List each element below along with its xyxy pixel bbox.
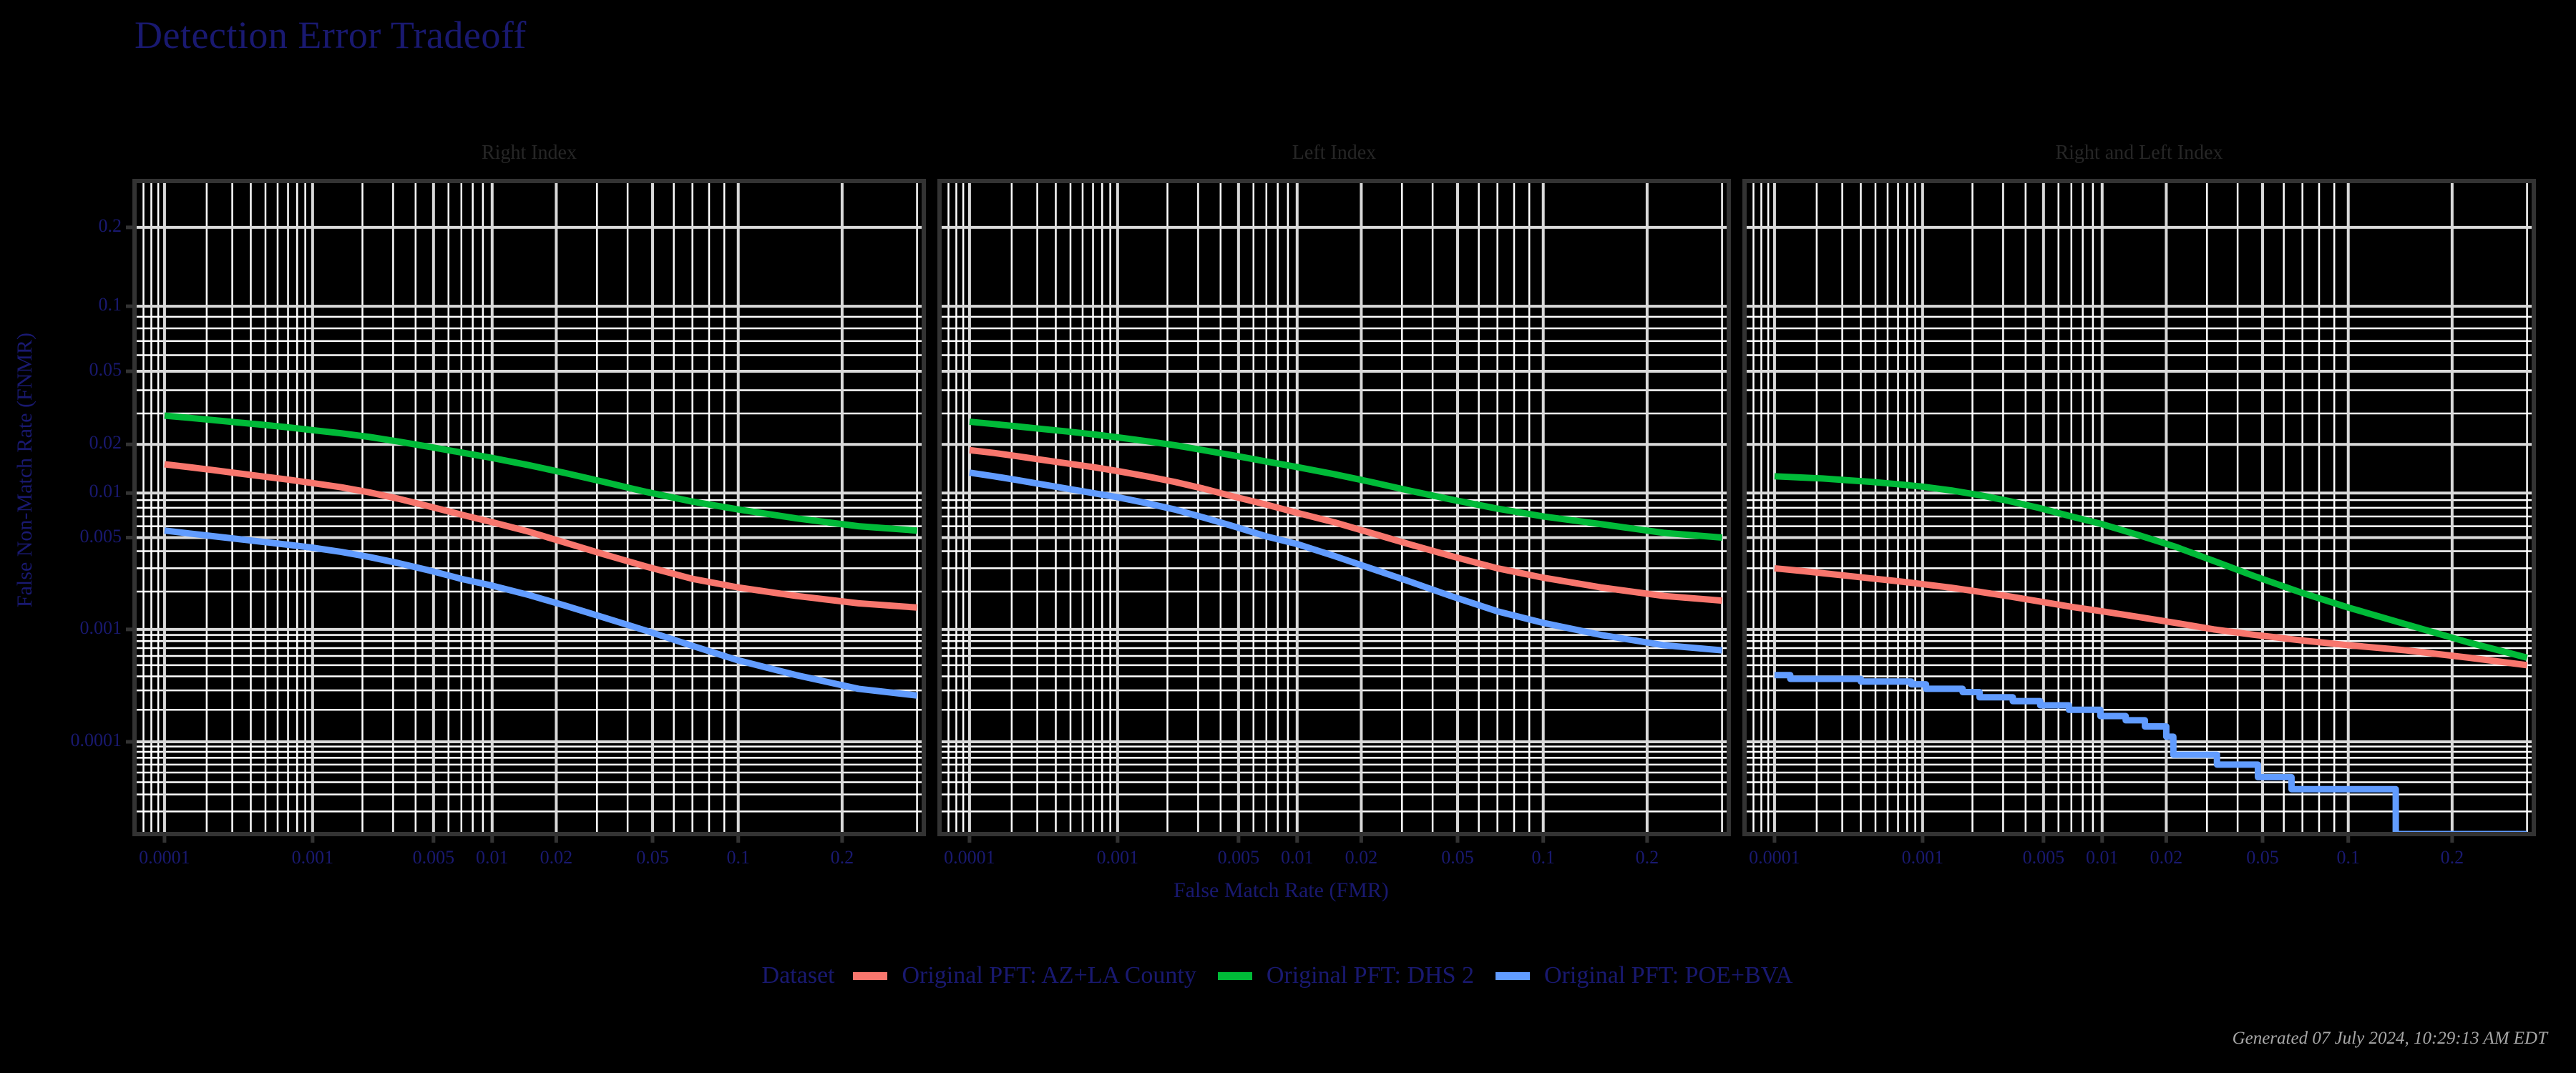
- legend-key-swatch: [853, 971, 888, 980]
- panel-2: [1742, 179, 2536, 843]
- x-tick-label: 0.1: [2336, 847, 2360, 868]
- series-line: [969, 418, 1722, 542]
- x-tick-label: 0.2: [2440, 847, 2464, 868]
- series-line: [164, 527, 918, 699]
- page-title: Detection Error Tradeoff: [135, 14, 527, 57]
- legend-item-label: Original PFT: DHS 2: [1266, 962, 1474, 989]
- y-tick-label: 0.05: [89, 359, 122, 381]
- series-line: [164, 461, 917, 611]
- panel-1: [937, 179, 1731, 843]
- legend-title: Dataset: [761, 962, 835, 989]
- x-tick-label: 0.0001: [1749, 847, 1800, 868]
- legend: Dataset Original PFT: AZ+LA County Origi…: [0, 962, 2576, 989]
- x-tick-label: 0.001: [1901, 847, 1944, 868]
- y-tick-label: 0.005: [79, 525, 122, 547]
- x-tick-label: 0.1: [1531, 847, 1555, 868]
- x-tick-label: 0.1: [726, 847, 750, 868]
- legend-item-dhs-2[interactable]: Original PFT: DHS 2: [1217, 962, 1474, 989]
- series-line: [1774, 473, 2528, 661]
- chart-page: Detection Error Tradeoff Right Index Lef…: [0, 0, 2576, 1073]
- x-tick-label: 0.001: [1096, 847, 1139, 868]
- legend-key-swatch: [1217, 971, 1252, 980]
- y-tick-label: 0.02: [89, 432, 122, 454]
- y-tick-label: 0.0001: [70, 730, 122, 751]
- legend-item-poe-bva[interactable]: Original PFT: POE+BVA: [1496, 962, 1792, 989]
- y-tick-label: 0.01: [89, 481, 122, 502]
- generated-timestamp: Generated 07 July 2024, 10:29:13 AM EDT: [2232, 1029, 2547, 1048]
- y-tick-label: 0.001: [79, 617, 122, 638]
- legend-item-label: Original PFT: POE+BVA: [1544, 962, 1793, 989]
- series-line: [969, 469, 1722, 654]
- legend-item-label: Original PFT: AZ+LA County: [902, 962, 1196, 989]
- x-tick-label: 0.0001: [944, 847, 995, 868]
- legend-key-swatch: [1496, 971, 1530, 980]
- y-tick-label: 0.2: [98, 215, 122, 236]
- series-line: [1774, 672, 2527, 834]
- panel-title-right-and-left-index: Right and Left Index: [2055, 142, 2223, 164]
- series-line: [164, 412, 917, 534]
- x-tick-label: 0.0001: [139, 847, 190, 868]
- x-tick-label: 0.2: [830, 847, 854, 868]
- panel-title-right-index: Right Index: [482, 142, 577, 164]
- legend-item-az-la-county[interactable]: Original PFT: AZ+LA County: [853, 962, 1196, 989]
- y-tick-label: 0.1: [98, 294, 122, 315]
- panel-0: [132, 179, 926, 843]
- x-tick-label: 0.001: [291, 847, 334, 868]
- series-line: [1774, 564, 2528, 669]
- panel-title-left-index: Left Index: [1292, 142, 1377, 164]
- series-line: [969, 446, 1722, 604]
- x-axis-title: False Match Rate (FMR): [1174, 878, 1389, 902]
- x-tick-label: 0.2: [1635, 847, 1659, 868]
